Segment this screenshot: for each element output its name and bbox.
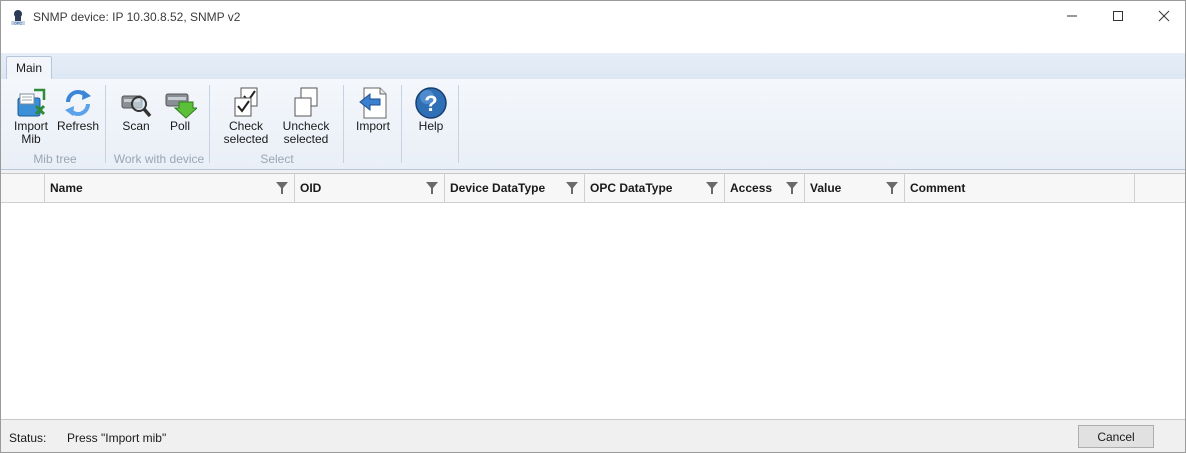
column-header-device-datatype[interactable]: Device DataType [445,174,585,202]
column-header-label: Device DataType [450,181,546,195]
import-label: Import [355,119,390,133]
column-header-label: OID [300,181,322,195]
app-logo-icon: OPC [11,10,25,26]
help-button[interactable]: ? Help [409,83,453,149]
group-separator [458,85,459,163]
check-selected-icon [234,87,258,117]
refresh-label: Refresh [56,119,100,133]
svg-text:OPC: OPC [14,21,23,26]
poll-label: Poll [169,119,190,133]
filter-icon[interactable] [706,182,718,194]
ribbon-tab-strip: Main [1,33,1185,80]
filter-icon[interactable] [566,182,578,194]
svg-text:?: ? [424,91,437,116]
filter-icon[interactable] [786,182,798,194]
column-header-value[interactable]: Value [805,174,905,202]
column-header-comment[interactable]: Comment [905,174,1135,202]
window-title: SNMP device: IP 10.30.8.52, SNMP v2 [33,10,241,24]
group-label-select: Select [260,152,294,166]
uncheck-selected-label: Uncheck selected [282,119,330,146]
check-selected-label: Check selected [223,119,269,146]
maximize-button[interactable] [1095,1,1141,31]
check-selected-button[interactable]: Check selected [219,83,273,149]
oid-grid[interactable]: Name OID Device DataType OPC DataType Ac… [1,173,1185,420]
group-separator [209,85,210,163]
poll-button[interactable]: Poll [159,83,201,149]
import-mib-button[interactable]: Import Mib [9,83,53,149]
status-label: Status: [9,431,47,445]
column-header-label: Access [730,181,773,195]
status-text: Press "Import mib" [67,431,167,445]
import-mib-label: Import Mib [13,119,48,146]
uncheck-selected-button[interactable]: Uncheck selected [279,83,333,149]
group-label-work-with-device: Work with device [113,152,205,166]
grid-header: Name OID Device DataType OPC DataType Ac… [1,174,1185,203]
import-icon [359,87,387,119]
column-header-label: OPC DataType [590,181,673,195]
refresh-icon [65,90,91,116]
column-header-access[interactable]: Access [725,174,805,202]
maximize-icon [1113,11,1123,21]
help-label: Help [418,119,444,133]
import-mib-icon [17,88,46,117]
grid-body[interactable] [1,203,1185,420]
status-bar: Status: Press "Import mib" Cancel [1,419,1185,452]
filter-icon[interactable] [426,182,438,194]
import-button[interactable]: Import [351,83,395,149]
row-selector-header [1,174,45,202]
group-label-mib-tree: Mib tree [33,152,77,166]
group-separator [401,85,402,163]
ribbon-tab-background [1,53,1185,80]
close-button[interactable] [1141,1,1185,31]
filter-icon[interactable] [886,182,898,194]
minimize-icon [1067,15,1077,17]
group-separator [343,85,344,163]
column-header-label: Name [50,181,83,195]
tab-main[interactable]: Main [6,56,52,80]
column-header-label: Value [810,181,842,195]
title-bar[interactable]: OPC SNMP device: IP 10.30.8.52, SNMP v2 [1,1,1185,33]
close-icon [1158,10,1170,22]
snmp-device-window: OPC SNMP device: IP 10.30.8.52, SNMP v2 … [0,0,1186,453]
group-separator [105,85,106,163]
uncheck-selected-icon [294,87,318,117]
help-icon: ? [415,87,447,119]
column-header-opc-datatype[interactable]: OPC DataType [585,174,725,202]
minimize-button[interactable] [1049,1,1095,31]
column-header-oid[interactable]: OID [295,174,445,202]
cancel-button[interactable]: Cancel [1078,425,1154,448]
refresh-button[interactable]: Refresh [55,83,101,149]
poll-icon [165,93,197,119]
scan-icon [121,95,152,118]
scan-button[interactable]: Scan [115,83,157,149]
scan-label: Scan [122,119,150,133]
column-header-label: Comment [910,181,966,195]
column-header-name[interactable]: Name [45,174,295,202]
ribbon-panel: Import Mib Refresh Mib tree Scan Poll Wo… [1,79,1185,170]
filter-icon[interactable] [276,182,288,194]
